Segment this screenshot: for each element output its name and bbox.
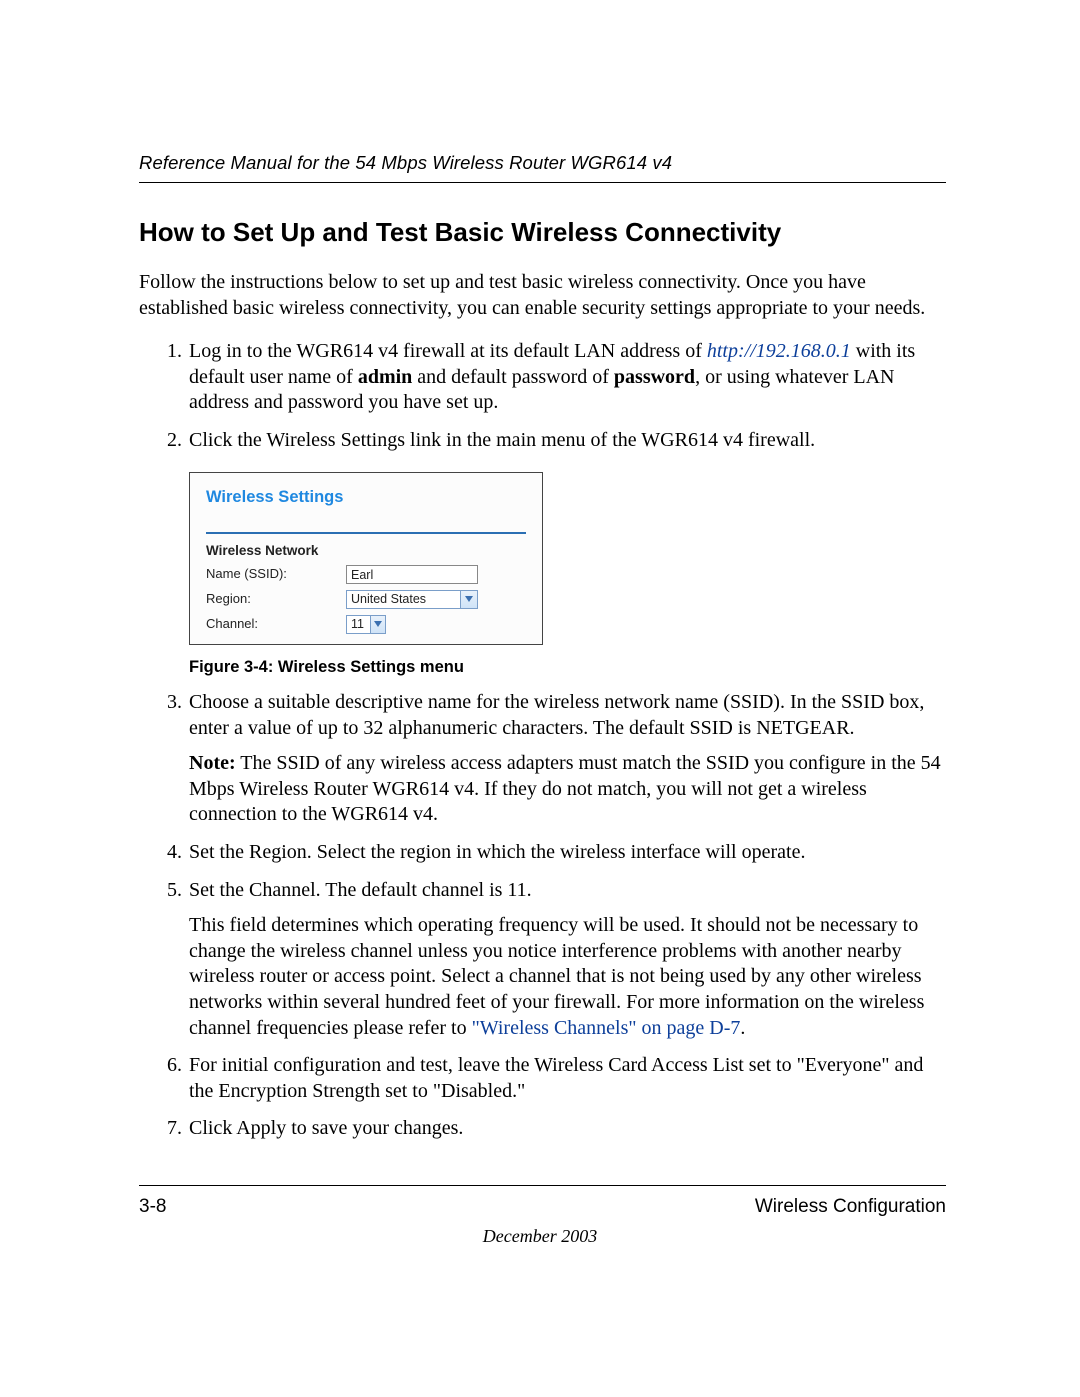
note-label: Note:	[189, 752, 236, 774]
region-label: Region:	[206, 591, 346, 608]
step-5: Set the Channel. The default channel is …	[187, 878, 946, 1042]
chevron-down-icon	[460, 591, 477, 608]
ssid-label: Name (SSID):	[206, 566, 346, 583]
password-credential: password	[614, 366, 695, 388]
step-2-text: Click the Wireless Settings link in the …	[189, 429, 815, 451]
wireless-settings-screenshot: Wireless Settings Wireless Network Name …	[189, 472, 543, 645]
step-4: Set the Region. Select the region in whi…	[187, 840, 946, 866]
document-page: Reference Manual for the 54 Mbps Wireles…	[0, 0, 1080, 1397]
admin-credential: admin	[358, 366, 412, 388]
chevron-down-icon	[370, 616, 385, 633]
step-1-text-a: Log in to the WGR614 v4 firewall at its …	[189, 340, 707, 362]
intro-paragraph: Follow the instructions below to set up …	[139, 270, 946, 321]
wireless-network-label: Wireless Network	[206, 542, 526, 559]
step-3: Choose a suitable descriptive name for t…	[187, 690, 946, 828]
step-3-text: Choose a suitable descriptive name for t…	[189, 691, 924, 739]
footer-rule	[139, 1185, 946, 1186]
channel-value: 11	[347, 616, 370, 632]
step-5-text: Set the Channel. The default channel is …	[189, 879, 532, 901]
step-4-text: Set the Region. Select the region in whi…	[189, 841, 805, 863]
wireless-settings-divider	[206, 532, 526, 534]
ssid-row: Name (SSID): Earl	[206, 565, 526, 584]
default-lan-link[interactable]: http://192.168.0.1	[707, 340, 851, 362]
footer-date: December 2003	[0, 1226, 1080, 1247]
step-5-para-b: .	[740, 1017, 745, 1039]
wireless-channels-crossref[interactable]: "Wireless Channels" on page D-7	[472, 1017, 741, 1039]
step-7-text: Click Apply to save your changes.	[189, 1117, 463, 1139]
footer-section: Wireless Configuration	[755, 1196, 946, 1218]
channel-row: Channel: 11	[206, 615, 526, 634]
footer-line: 3-8 Wireless Configuration	[139, 1196, 946, 1218]
step-3-note: The SSID of any wireless access adapters…	[189, 752, 941, 825]
wireless-settings-heading: Wireless Settings	[206, 487, 526, 508]
step-7: Click Apply to save your changes.	[187, 1116, 946, 1142]
step-6: For initial configuration and test, leav…	[187, 1053, 946, 1104]
region-value: United States	[347, 591, 432, 607]
ssid-input[interactable]: Earl	[346, 565, 478, 584]
region-row: Region: United States	[206, 590, 526, 609]
instruction-list: Log in to the WGR614 v4 firewall at its …	[139, 339, 946, 1142]
running-header: Reference Manual for the 54 Mbps Wireles…	[139, 152, 946, 183]
channel-select[interactable]: 11	[346, 615, 386, 634]
channel-label: Channel:	[206, 616, 346, 633]
page-number: 3-8	[139, 1196, 166, 1218]
step-1-text-c: and default password of	[412, 366, 614, 388]
figure-3-4: Wireless Settings Wireless Network Name …	[189, 472, 946, 678]
step-2: Click the Wireless Settings link in the …	[187, 428, 946, 678]
step-1: Log in to the WGR614 v4 firewall at its …	[187, 339, 946, 416]
figure-caption: Figure 3-4: Wireless Settings menu	[189, 657, 946, 678]
region-select[interactable]: United States	[346, 590, 478, 609]
step-6-text: For initial configuration and test, leav…	[189, 1054, 923, 1102]
page-title: How to Set Up and Test Basic Wireless Co…	[139, 217, 946, 248]
